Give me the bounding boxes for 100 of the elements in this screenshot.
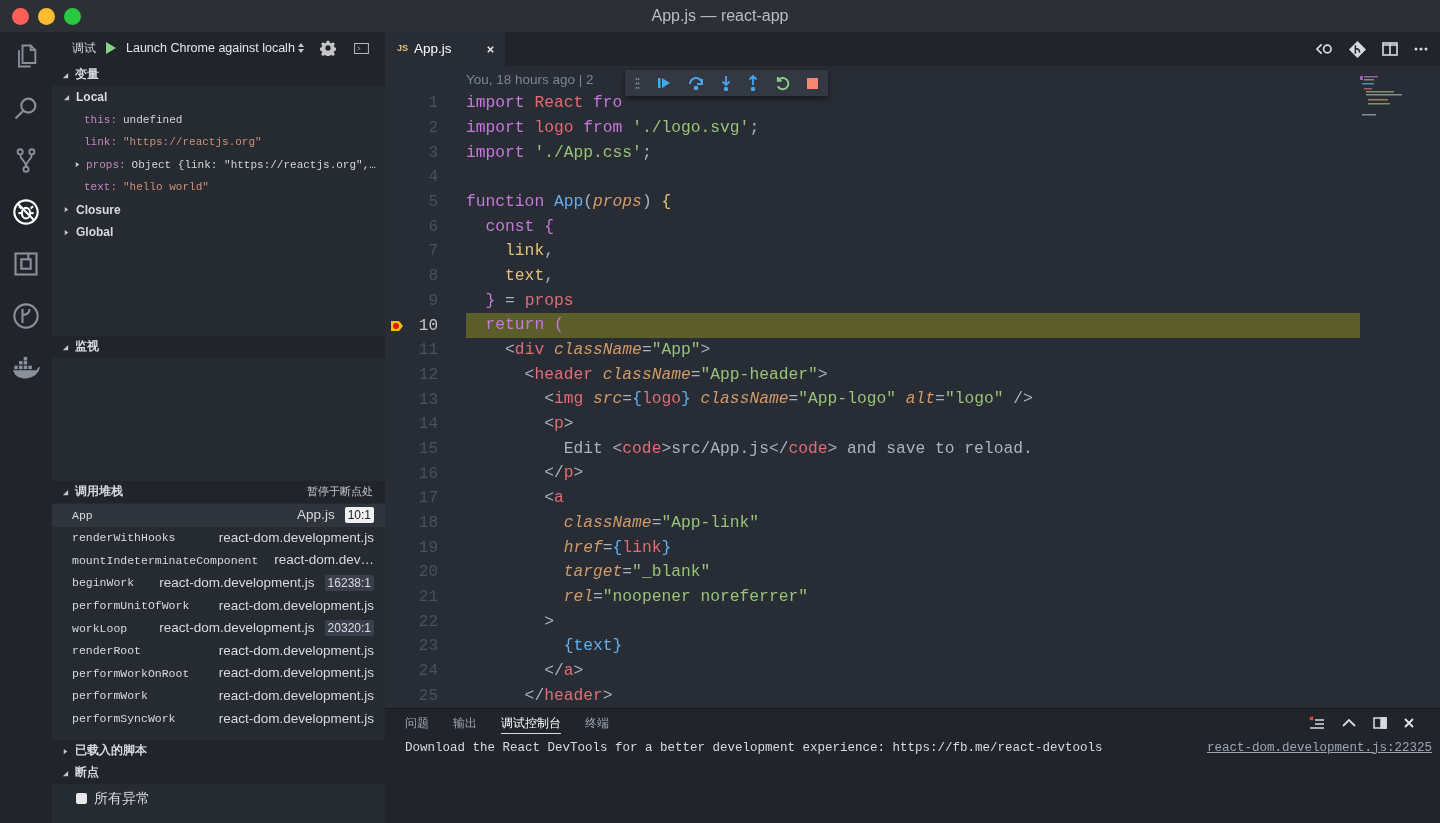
code-line: <div className="App"> bbox=[504, 339, 711, 361]
settings-icon[interactable] bbox=[319, 40, 336, 56]
section-title[interactable]: 监视 bbox=[75, 338, 99, 356]
caret-icon[interactable] bbox=[62, 343, 69, 351]
section-title[interactable]: 变量 bbox=[75, 66, 99, 84]
minimize-window-button[interactable] bbox=[38, 7, 55, 25]
window-title: App.js — react-app bbox=[651, 6, 789, 26]
code-line: link, bbox=[504, 240, 554, 263]
variable-name: this: bbox=[84, 112, 117, 128]
restart-icon[interactable] bbox=[775, 75, 790, 91]
caret-icon[interactable] bbox=[74, 161, 81, 169]
stack-frame-row[interactable]: performSyncWork react-dom.development.js bbox=[52, 707, 385, 730]
section-title[interactable]: 已载入的脚本 bbox=[75, 742, 147, 760]
step-into-icon[interactable] bbox=[721, 75, 731, 91]
git-diamond-icon[interactable] bbox=[1349, 40, 1366, 58]
split-editor-icon[interactable] bbox=[1382, 42, 1398, 56]
frame-name: workLoop bbox=[72, 620, 128, 637]
code-line: target="_blank" bbox=[562, 561, 711, 584]
checkbox-label: 所有异常 bbox=[94, 788, 150, 808]
caret-icon[interactable] bbox=[62, 71, 69, 79]
open-changes-icon[interactable] bbox=[1316, 42, 1333, 56]
frame-name: renderRoot bbox=[72, 643, 141, 660]
panel-tab[interactable]: 输出 bbox=[453, 712, 477, 734]
caret-icon[interactable] bbox=[62, 747, 69, 755]
caret-icon[interactable] bbox=[63, 93, 70, 101]
code-line: import logo from './logo.svg'; bbox=[466, 116, 760, 139]
more-icon[interactable] bbox=[1414, 47, 1428, 51]
variable-name: text: bbox=[84, 180, 117, 195]
stack-frame-row[interactable]: App App.js 10:1 bbox=[52, 504, 385, 527]
stack-frame-row[interactable]: renderRoot react-dom.development.js bbox=[52, 639, 385, 663]
code-line: function App(props) { bbox=[466, 190, 672, 213]
code-line: const { bbox=[484, 215, 554, 238]
section-title[interactable]: 调用堆栈 bbox=[75, 483, 123, 501]
variable-value: undefined bbox=[123, 112, 183, 128]
branch-circle-icon[interactable] bbox=[12, 302, 40, 330]
frame-file: react-dom.development.js bbox=[159, 619, 315, 638]
drag-handle-icon[interactable] bbox=[635, 77, 640, 89]
stop-icon[interactable] bbox=[807, 77, 818, 89]
code-line: </header> bbox=[523, 684, 613, 707]
checkbox[interactable] bbox=[76, 792, 87, 804]
variable-name: props: bbox=[86, 157, 126, 173]
frame-name: renderWithHooks bbox=[72, 530, 176, 547]
stack-frame-row[interactable]: performUnitOfWork react-dom.development.js bbox=[52, 594, 385, 617]
caret-icon[interactable] bbox=[62, 769, 69, 777]
stack-frame-row[interactable]: beginWork react-dom.development.js 16238:1 bbox=[52, 571, 385, 595]
frame-file: App.js bbox=[297, 506, 335, 525]
frame-name: performSyncWork bbox=[72, 711, 176, 727]
variable-name: link: bbox=[84, 135, 117, 150]
scope-name[interactable]: Local bbox=[76, 88, 108, 107]
frame-file: react-dom.development.js bbox=[218, 709, 374, 728]
caret-icon[interactable] bbox=[63, 206, 70, 214]
frame-name: mountIndeterminateComponent bbox=[72, 552, 259, 569]
code-line: return ( bbox=[484, 314, 564, 337]
panel-tab[interactable]: 问题 bbox=[405, 712, 429, 734]
frame-file: react-dom.development.js bbox=[218, 686, 374, 705]
step-out-icon[interactable] bbox=[748, 75, 758, 91]
panel-tab[interactable]: 终端 bbox=[585, 712, 609, 734]
line-badge: 16238:1 bbox=[324, 575, 374, 592]
caret-icon[interactable] bbox=[63, 228, 70, 236]
close-window-button[interactable] bbox=[12, 7, 29, 25]
toggle-panel-icon[interactable] bbox=[1373, 717, 1387, 729]
code-line: href={link} bbox=[562, 536, 672, 559]
continue-icon[interactable] bbox=[657, 76, 671, 90]
scope-name[interactable]: Closure bbox=[76, 200, 121, 219]
extensions-icon[interactable] bbox=[12, 250, 40, 278]
console-icon[interactable] bbox=[353, 42, 369, 54]
play-icon[interactable] bbox=[106, 42, 116, 54]
editor-tab[interactable]: JS App.js bbox=[385, 32, 505, 66]
code-line: {text} bbox=[562, 635, 623, 658]
frame-file: react-dom.development.js bbox=[218, 664, 374, 683]
source-link[interactable]: react-dom.development.js:22325 bbox=[1206, 738, 1432, 758]
zoom-window-button[interactable] bbox=[64, 7, 81, 25]
line-badge: 10:1 bbox=[344, 507, 374, 524]
close-icon[interactable] bbox=[486, 44, 495, 54]
frame-name: beginWork bbox=[72, 575, 135, 592]
stack-frame-row[interactable]: performWorkOnRoot react-dom.development.js bbox=[52, 662, 385, 685]
panel-tab[interactable]: 调试控制台 bbox=[501, 712, 561, 734]
code-line: </a> bbox=[543, 659, 584, 682]
variable-value: "hello world" bbox=[123, 180, 209, 195]
updown-caret-icon bbox=[297, 43, 304, 53]
code-line: className="App-link" bbox=[562, 511, 760, 534]
launch-config-select[interactable]: Launch Chrome against localh bbox=[126, 38, 304, 58]
caret-icon[interactable] bbox=[62, 488, 69, 496]
frame-name: performUnitOfWork bbox=[72, 598, 190, 615]
frame-file: react-dom.development.js bbox=[218, 596, 374, 615]
variable-value: Object {link: "https://reactjs.org",… bbox=[131, 157, 376, 173]
code-line: rel="noopener noreferrer" bbox=[562, 585, 808, 608]
section-title[interactable]: 断点 bbox=[75, 764, 99, 782]
bug-icon[interactable] bbox=[12, 198, 40, 226]
chevron-up-icon[interactable] bbox=[1342, 719, 1356, 727]
breakpoint-icon[interactable] bbox=[390, 319, 404, 332]
stack-frame-row[interactable]: workLoop react-dom.development.js 20320:1 bbox=[52, 616, 385, 640]
close-icon[interactable] bbox=[1404, 718, 1414, 728]
clear-console-icon[interactable] bbox=[1309, 716, 1325, 730]
code-line: <a bbox=[543, 487, 564, 510]
stack-frame-row[interactable]: mountIndeterminateComponent react-dom.dev… bbox=[52, 549, 385, 572]
scope-name[interactable]: Global bbox=[76, 223, 114, 242]
stack-frame-row[interactable]: performWork react-dom.development.js bbox=[52, 684, 385, 708]
step-over-icon[interactable] bbox=[688, 76, 704, 90]
stack-frame-row[interactable]: renderWithHooks react-dom.development.js bbox=[52, 526, 385, 550]
